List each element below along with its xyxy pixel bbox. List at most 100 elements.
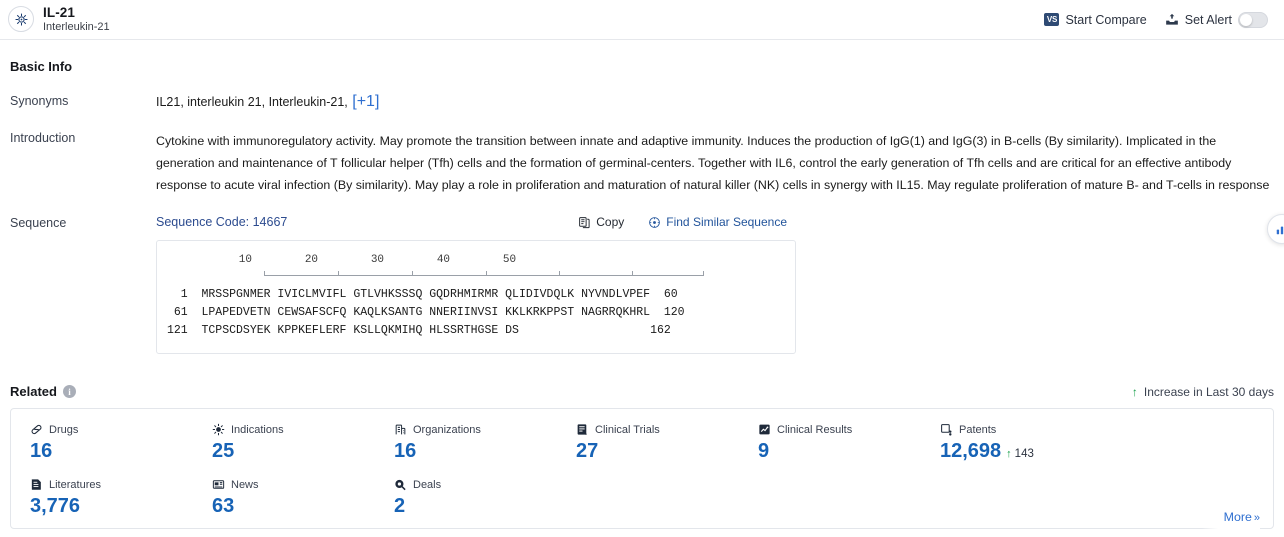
related-card-value: 16 (30, 440, 193, 463)
sequence-line: 1 MRSSPGNMER IVICLMVIFL GTLVHKSSSQ GQDRH… (167, 288, 678, 301)
page-content: Basic Info Synonyms IL21, interleukin 21… (0, 59, 1284, 529)
introduction-value-wrap: Cytokine with immunoregulatory activity.… (156, 130, 1274, 529)
alert-inbox-icon (1165, 13, 1179, 27)
header-identity: IL-21 Interleukin-21 (8, 5, 110, 33)
sequence-lines: 1 MRSSPGNMER IVICLMVIFL GTLVHKSSSQ GQDRH… (157, 286, 795, 340)
sequence-ruler: 10 20 30 40 50 (157, 254, 795, 286)
basic-info-heading: Basic Info (10, 59, 73, 74)
synonyms-label: Synonyms (10, 94, 69, 108)
copy-icon (578, 216, 591, 229)
related-card-head: News (212, 478, 375, 491)
sequence-label: Sequence (10, 216, 67, 230)
related-card-label: Literatures (49, 478, 101, 491)
related-header: Related i ↑ Increase in Last 30 days (10, 384, 1274, 399)
related-card-number: 12,698 (940, 440, 1002, 462)
sequence-code: Sequence Code: 14667 (156, 215, 288, 229)
related-card-news[interactable]: News 63 (193, 478, 375, 518)
related-card-value: 2 (394, 495, 557, 518)
related-card-label: Patents (959, 423, 997, 436)
related-card-value: 63 (212, 495, 375, 518)
related-title: Related (10, 384, 57, 399)
sequence-row: Sequence Sequence Code: 14667 Copy Find … (10, 215, 1274, 354)
sequence-value-wrap: Sequence Code: 14667 Copy Find Similar S… (156, 215, 1274, 354)
synonyms-more-link[interactable]: [+1] (352, 93, 379, 110)
find-similar-sequence-button[interactable]: Find Similar Sequence (648, 215, 787, 229)
related-card-label: News (231, 478, 259, 491)
synonyms-value: IL21, interleukin 21, Interleukin-21, (156, 95, 348, 109)
sequence-line: 61 LPAPEDVETN CEWSAFSCFQ KAQLKSANTG NNER… (167, 306, 685, 319)
synonyms-value-wrap: IL21, interleukin 21, Interleukin-21, [+… (156, 93, 1274, 111)
related-card-delta: ↑ 143 (1006, 448, 1034, 460)
building-icon (394, 423, 407, 436)
related-legend: ↑ Increase in Last 30 days (1132, 385, 1274, 399)
page-title: IL-21 (43, 5, 76, 21)
pill-icon (30, 423, 43, 436)
related-card-delta-value: 143 (1014, 448, 1034, 460)
increase-arrow-icon: ↑ (1131, 384, 1138, 399)
introduction-row: Introduction Cytokine with immunoregulat… (10, 130, 1274, 529)
related-card-patents[interactable]: Patents 12,698 ↑ 143 (921, 423, 1103, 463)
page-header: IL-21 Interleukin-21 VS Start Compare Se… (0, 0, 1284, 40)
related-card-clinical-trials[interactable]: Clinical Trials 27 (557, 423, 739, 463)
copy-label: Copy (596, 215, 625, 229)
chevron-double-down-icon: » (1253, 512, 1260, 524)
related-cards-row: Literatures 3,776 News 63 Deals 2 (11, 478, 1273, 518)
deal-icon (394, 478, 407, 491)
related-card-head: Literatures (30, 478, 193, 491)
related-card-indications[interactable]: Indications 25 (193, 423, 375, 463)
related-card-drugs[interactable]: Drugs 16 (11, 423, 193, 463)
related-card-value: 16 (394, 440, 557, 463)
related-card-deals[interactable]: Deals 2 (375, 478, 557, 518)
synonyms-row: Synonyms IL21, interleukin 21, Interleuk… (10, 93, 1274, 111)
set-alert-control[interactable]: Set Alert (1165, 11, 1268, 28)
patent-icon (940, 423, 953, 436)
related-card-clinical-results[interactable]: Clinical Results 9 (739, 423, 921, 463)
literature-icon (30, 478, 43, 491)
related-card-label: Clinical Trials (595, 423, 660, 436)
related-card-value: 12,698 ↑ 143 (940, 440, 1103, 463)
introduction-more-link[interactable]: More» (1201, 506, 1260, 529)
related-cards: Drugs 16 Indications 25 Organizations 16 Clini… (10, 408, 1274, 529)
target-icon (8, 6, 34, 33)
related-card-label: Deals (413, 478, 442, 491)
related-card-number: 16 (394, 440, 417, 462)
find-similar-label: Find Similar Sequence (666, 215, 787, 229)
clinical-result-icon (758, 423, 771, 436)
copy-button[interactable]: Copy (578, 215, 624, 229)
clinical-trial-icon (576, 423, 589, 436)
info-icon[interactable]: i (62, 385, 76, 398)
page-subtitle: Interleukin-21 (43, 21, 110, 34)
related-card-label: Organizations (413, 423, 481, 436)
sequence-ruler-line (264, 271, 704, 276)
related-card-value: 25 (212, 440, 375, 463)
introduction-text: Cytokine with immunoregulatory activity.… (156, 134, 1270, 192)
related-card-head: Patents (940, 423, 1103, 436)
versus-icon: VS (1044, 13, 1060, 26)
sequence-actions: Copy Find Similar Sequence (578, 215, 1274, 229)
virus-icon (212, 423, 225, 436)
related-cards-row: Drugs 16 Indications 25 Organizations 16 Clini… (11, 423, 1273, 463)
related-card-number: 63 (212, 495, 235, 517)
related-card-number: 2 (394, 495, 406, 517)
related-card-number: 16 (30, 440, 53, 462)
sequence-line: 121 TCPSCDSYEK KPPKEFLERF KSLLQKMIHQ HLS… (167, 324, 671, 337)
sequence-ruler-numbers: 10 20 30 40 50 (219, 254, 517, 266)
set-alert-toggle[interactable] (1238, 11, 1268, 28)
header-actions: VS Start Compare Set Alert (1044, 11, 1274, 28)
news-icon (212, 478, 225, 491)
related-legend-label: Increase in Last 30 days (1143, 384, 1274, 399)
related-card-number: 25 (212, 440, 235, 462)
related-card-head: Indications (212, 423, 375, 436)
increase-arrow-icon: ↑ (1006, 448, 1012, 460)
related-card-label: Indications (231, 423, 284, 436)
sequence-header: Sequence Code: 14667 Copy Find Similar S… (156, 215, 1274, 229)
related-card-literatures[interactable]: Literatures 3,776 (11, 478, 193, 518)
start-compare-label: Start Compare (1065, 12, 1147, 27)
related-card-head: Deals (394, 478, 557, 491)
related-card-label: Clinical Results (777, 423, 853, 436)
related-card-head: Clinical Results (758, 423, 921, 436)
start-compare-button[interactable]: VS Start Compare (1044, 12, 1147, 27)
related-card-value: 3,776 (30, 495, 193, 518)
related-card-number: 27 (576, 440, 599, 462)
related-card-organizations[interactable]: Organizations 16 (375, 423, 557, 463)
